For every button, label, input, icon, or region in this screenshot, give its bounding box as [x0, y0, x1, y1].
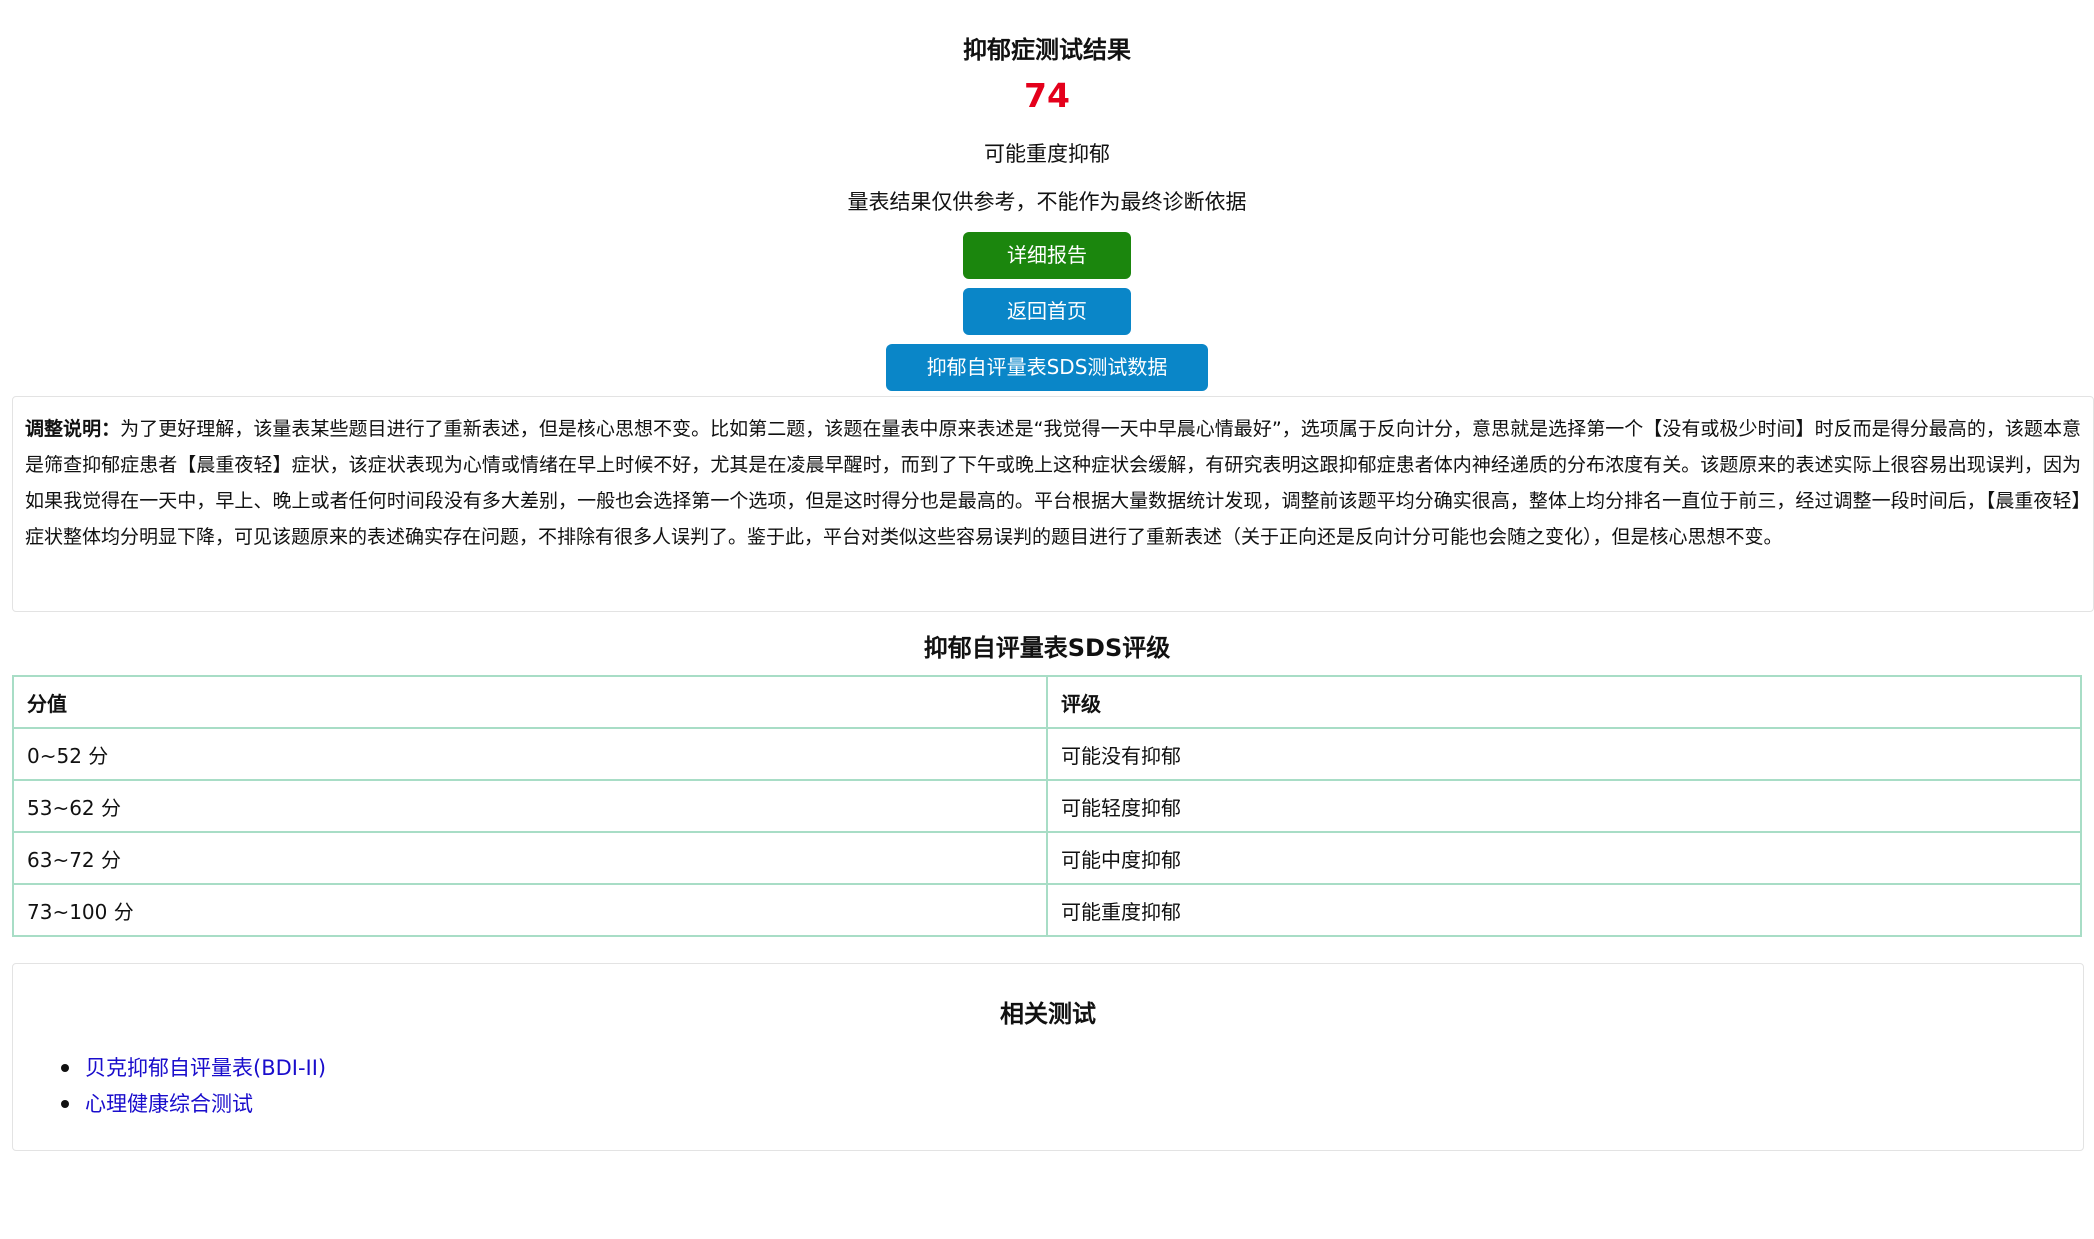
- sds-test-data-button[interactable]: 抑郁自评量表SDS测试数据: [886, 344, 1208, 391]
- grading-table: 分值 评级 0~52 分 可能没有抑郁 53~62 分 可能轻度抑郁 63~72…: [12, 675, 2082, 937]
- header-level: 评级: [1046, 675, 2082, 729]
- back-home-button[interactable]: 返回首页: [963, 288, 1131, 335]
- related-link-bdi[interactable]: 贝克抑郁自评量表(BDI-II): [85, 1056, 326, 1080]
- table-row: 0~52 分 可能没有抑郁: [12, 727, 2082, 781]
- grade-cell: 可能中度抑郁: [1046, 831, 2082, 885]
- score-range-cell: 53~62 分: [12, 779, 1048, 833]
- bullet-icon: [61, 1064, 69, 1072]
- related-tests-panel: 相关测试 贝克抑郁自评量表(BDI-II) 心理健康综合测试: [12, 963, 2084, 1151]
- adjustment-note-label: 调整说明：: [25, 418, 121, 440]
- table-header-row: 分值 评级: [12, 675, 2082, 729]
- related-tests-title: 相关测试: [1000, 1000, 1096, 1028]
- score-range-cell: 0~52 分: [12, 727, 1048, 781]
- bullet-icon: [61, 1100, 69, 1108]
- result-page: 抑郁症测试结果 74 可能重度抑郁 量表结果仅供参考，不能作为最终诊断依据 详细…: [0, 0, 2094, 1239]
- grade-cell: 可能轻度抑郁: [1046, 779, 2082, 833]
- list-item: 贝克抑郁自评量表(BDI-II): [61, 1050, 326, 1086]
- score-range-cell: 63~72 分: [12, 831, 1048, 885]
- result-disclaimer: 量表结果仅供参考，不能作为最终诊断依据: [847, 190, 1247, 214]
- result-level: 可能重度抑郁: [984, 142, 1110, 166]
- table-row: 63~72 分 可能中度抑郁: [12, 831, 2082, 885]
- related-tests-list: 贝克抑郁自评量表(BDI-II) 心理健康综合测试: [61, 1050, 326, 1122]
- adjustment-note: 调整说明：为了更好理解，该量表某些题目进行了重新表述，但是核心思想不变。比如第二…: [12, 396, 2094, 612]
- related-link-mental-health[interactable]: 心理健康综合测试: [85, 1092, 253, 1116]
- table-row: 73~100 分 可能重度抑郁: [12, 883, 2082, 937]
- result-title: 抑郁症测试结果: [963, 36, 1131, 64]
- grade-cell: 可能重度抑郁: [1046, 883, 2082, 937]
- result-score: 74: [1024, 76, 1070, 115]
- score-range-cell: 73~100 分: [12, 883, 1048, 937]
- adjustment-note-text: 为了更好理解，该量表某些题目进行了重新表述，但是核心思想不变。比如第二题，该题在…: [25, 418, 2081, 548]
- grading-table-title: 抑郁自评量表SDS评级: [923, 634, 1171, 662]
- list-item: 心理健康综合测试: [61, 1086, 326, 1122]
- table-row: 53~62 分 可能轻度抑郁: [12, 779, 2082, 833]
- header-score: 分值: [12, 675, 1048, 729]
- detailed-report-button[interactable]: 详细报告: [963, 232, 1131, 279]
- grade-cell: 可能没有抑郁: [1046, 727, 2082, 781]
